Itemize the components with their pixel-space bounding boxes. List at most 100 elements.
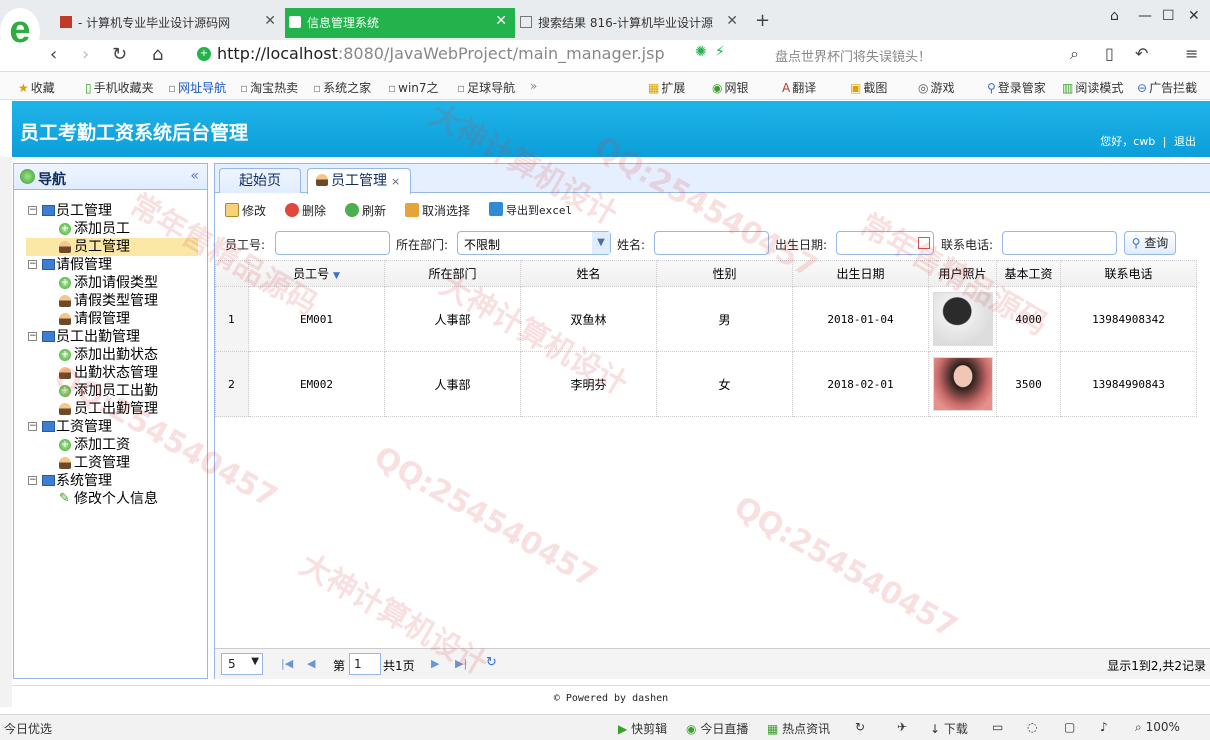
url-field[interactable]: http://localhost:8080/JavaWebProject/mai… — [195, 44, 755, 68]
close-tab-icon[interactable]: ✕ — [726, 13, 738, 29]
logout-link[interactable]: 退出 — [1174, 135, 1196, 148]
tree-item-employee-manage[interactable]: 员工管理 — [26, 238, 198, 256]
bookmark-system[interactable]: ▫ 系统之家 — [313, 79, 371, 96]
skin-icon[interactable]: ⌂ — [1110, 8, 1119, 24]
page-size-select[interactable]: 5 ▼ — [221, 653, 263, 675]
edit-button[interactable]: 修改 — [225, 202, 266, 219]
collapse-toggle-icon[interactable]: − — [28, 476, 37, 485]
status-sound-icon[interactable]: ♪ — [1100, 720, 1108, 734]
bookmark-mobile[interactable]: ▯ 手机收藏夹 — [85, 79, 154, 96]
status-download[interactable]: ↓ 下载 — [930, 720, 968, 737]
tab-start-page[interactable]: 起始页 — [219, 168, 301, 193]
page-number-input[interactable]: 1 — [349, 653, 381, 675]
toolbar-games[interactable]: ◎ 游戏 — [918, 79, 955, 96]
menu-icon[interactable]: ≡ — [1185, 44, 1198, 63]
first-page-icon[interactable]: |◀ — [281, 657, 293, 670]
toolbar-translate[interactable]: A 翻译 — [782, 79, 816, 96]
close-tab-icon[interactable]: ✕ — [495, 13, 507, 29]
phone-input[interactable] — [1002, 231, 1117, 255]
phone-icon[interactable]: ▯ — [1105, 44, 1114, 63]
tree-group-employee[interactable]: − 员工管理 — [26, 202, 198, 220]
search-icon[interactable]: ⌕ — [1070, 44, 1079, 64]
collapse-icon[interactable]: « — [190, 168, 199, 184]
column-header-photo[interactable]: 用户照片 — [928, 260, 997, 287]
tree-item-attendance-manage[interactable]: 员工出勤管理 — [26, 400, 198, 418]
calendar-icon[interactable] — [918, 237, 930, 249]
speed-icon[interactable]: ✺ — [695, 44, 707, 60]
birth-date-input[interactable] — [836, 231, 934, 255]
status-window-icon[interactable]: ▭ — [992, 720, 1003, 734]
delete-button[interactable]: 删除 — [285, 202, 326, 219]
dept-select[interactable]: 不限制 ▼ — [457, 231, 611, 255]
toolbar-extensions[interactable]: ▦ 扩展 — [648, 79, 685, 96]
column-header-name[interactable]: 姓名 — [520, 260, 657, 287]
status-zoom[interactable]: ⌕ 100% — [1135, 720, 1180, 735]
column-header-emp-no[interactable]: 员工号 ▼ — [248, 260, 385, 287]
prev-page-icon[interactable]: ◀ — [307, 657, 315, 670]
column-header-phone[interactable]: 联系电话 — [1060, 260, 1197, 287]
chevron-down-icon[interactable]: ▼ — [592, 232, 610, 254]
tree-item-add-attendance-status[interactable]: + 添加出勤状态 — [26, 346, 198, 364]
tree-item-attendance-status-manage[interactable]: 出勤状态管理 — [26, 364, 198, 382]
toolbar-adblock[interactable]: ⊖ 广告拦截 — [1137, 79, 1197, 96]
tree-group-attendance[interactable]: − 员工出勤管理 — [26, 328, 198, 346]
browser-tab-2[interactable]: 信息管理系统 ✕ — [285, 8, 515, 38]
lightning-icon[interactable]: ⚡ — [715, 44, 725, 60]
tree-item-add-employee[interactable]: + 添加员工 — [26, 220, 198, 238]
bookmark-nav[interactable]: ▫ 网址导航 — [168, 79, 226, 96]
refresh-button[interactable]: 刷新 — [345, 202, 386, 219]
collapse-toggle-icon[interactable]: − — [28, 260, 37, 269]
tree-item-add-attendance[interactable]: + 添加员工出勤 — [26, 382, 198, 400]
next-page-icon[interactable]: ▶ — [431, 657, 439, 670]
maximize-icon[interactable]: ☐ — [1162, 8, 1175, 24]
close-tab-icon[interactable]: ✕ — [264, 13, 276, 29]
emp-no-input[interactable] — [275, 231, 390, 255]
collapse-toggle-icon[interactable]: − — [28, 332, 37, 341]
toolbar-bank[interactable]: ◉ 网银 — [712, 79, 749, 96]
status-quick-edit[interactable]: ▶ 快剪辑 — [618, 720, 667, 737]
bookmark-football[interactable]: ▫ 足球导航 — [457, 79, 515, 96]
toolbar-login[interactable]: ⚲ 登录管家 — [987, 79, 1046, 96]
close-window-icon[interactable]: ✕ — [1188, 8, 1200, 24]
tree-item-leave-manage[interactable]: 请假管理 — [26, 310, 198, 328]
status-refresh-icon[interactable]: ↻ — [855, 720, 865, 734]
bookmark-win7[interactable]: ▫ win7之 — [388, 79, 439, 96]
last-page-icon[interactable]: ▶| — [455, 657, 467, 670]
tree-item-add-salary[interactable]: + 添加工资 — [26, 436, 198, 454]
column-header-salary[interactable]: 基本工资 — [996, 260, 1061, 287]
collapse-toggle-icon[interactable]: − — [28, 422, 37, 431]
undo-icon[interactable]: ↶ — [1135, 44, 1148, 63]
search-input[interactable]: 盘点世界杯门将失误镜头！ — [775, 46, 931, 65]
cancel-selection-button[interactable]: 取消选择 — [405, 202, 470, 219]
reload-icon[interactable]: ↻ — [486, 655, 497, 670]
collapse-toggle-icon[interactable]: − — [28, 206, 37, 215]
bookmark-favorites[interactable]: ★ 收藏 — [18, 79, 55, 96]
close-tab-icon[interactable]: × — [391, 175, 400, 188]
status-browser-icon[interactable]: ◌ — [1027, 720, 1037, 734]
minimize-icon[interactable]: — — [1138, 8, 1152, 24]
export-excel-button[interactable]: 导出到excel — [489, 202, 572, 218]
column-header-sex[interactable]: 性别 — [656, 260, 793, 287]
home-icon[interactable]: ⌂ — [152, 44, 163, 65]
bookmark-taobao[interactable]: ▫ 淘宝热卖 — [240, 79, 298, 96]
reload-icon[interactable]: ↻ — [112, 44, 127, 65]
browser-tab-1[interactable]: - 计算机专业毕业设计源码网 ✕ — [56, 8, 284, 38]
name-input[interactable] — [654, 231, 769, 255]
tree-item-leave-type-manage[interactable]: 请假类型管理 — [26, 292, 198, 310]
tree-group-system[interactable]: − 系统管理 — [26, 472, 198, 490]
back-icon[interactable]: ‹ — [50, 44, 57, 65]
tree-item-edit-profile[interactable]: ✎ 修改个人信息 — [26, 490, 198, 508]
new-tab-button[interactable]: + — [755, 10, 770, 31]
toolbar-reader[interactable]: ▥ 阅读模式 — [1062, 79, 1123, 96]
status-news[interactable]: ▦ 热点资讯 — [767, 720, 830, 737]
column-header-birth[interactable]: 出生日期 — [792, 260, 929, 287]
table-row[interactable]: 2 EM002 人事部 李明芬 女 2018-02-01 3500 139849… — [215, 351, 1197, 417]
toolbar-screenshot[interactable]: ▣ 截图 — [850, 79, 887, 96]
tab-employee-manage[interactable]: 员工管理 × — [307, 168, 411, 194]
column-header-dept[interactable]: 所在部门 — [384, 260, 521, 287]
tree-item-add-leave-type[interactable]: + 添加请假类型 — [26, 274, 198, 292]
table-row[interactable]: 1 EM001 人事部 双鱼林 男 2018-01-04 4000 139849… — [215, 286, 1197, 352]
browser-tab-3[interactable]: 搜索结果 816-计算机毕业设计源 ✕ — [516, 8, 746, 38]
tree-item-salary-manage[interactable]: 工资管理 — [26, 454, 198, 472]
tree-group-salary[interactable]: − 工资管理 — [26, 418, 198, 436]
